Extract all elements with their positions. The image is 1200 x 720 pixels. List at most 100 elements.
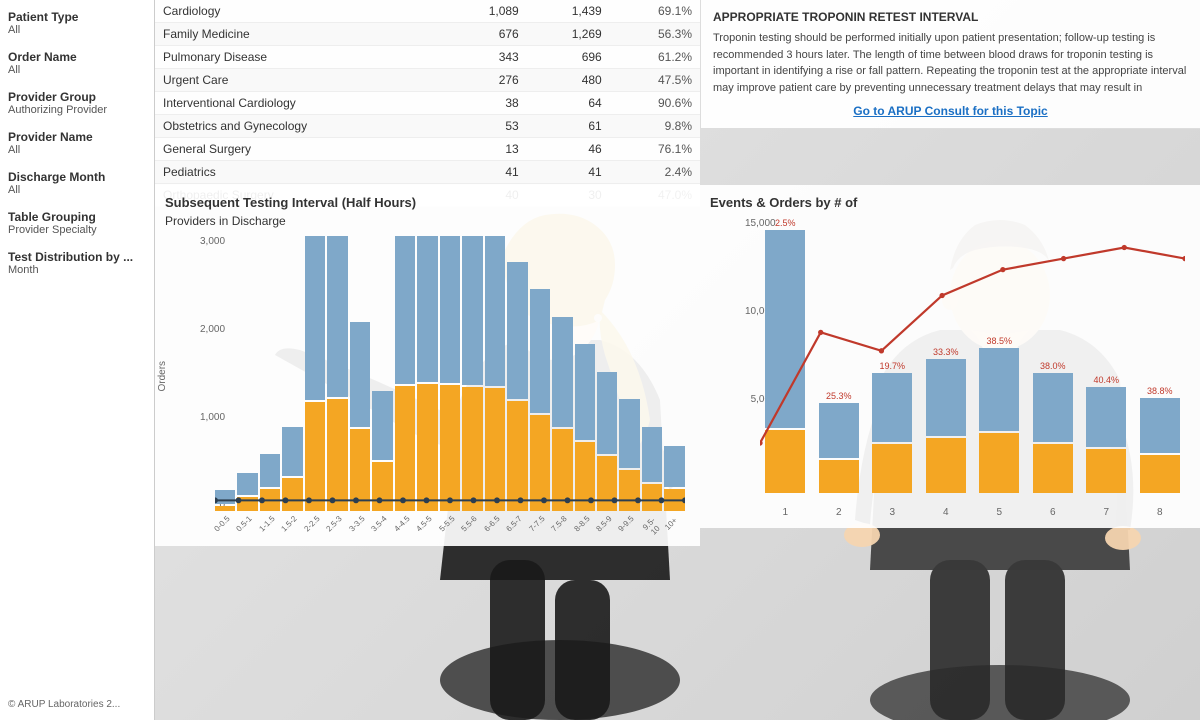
specialty-cell: Urgent Care <box>155 69 444 92</box>
specialty-cell: General Surgery <box>155 138 444 161</box>
bar-orange-right <box>872 444 912 494</box>
bar-blue <box>395 236 415 384</box>
x-axis-label-right: 7 <box>1081 507 1132 518</box>
filter-discharge-month-value: All <box>8 184 146 196</box>
col3-cell: 69.1% <box>610 0 700 23</box>
bar-orange <box>215 506 235 512</box>
specialty-cell: Obstetrics and Gynecology <box>155 115 444 138</box>
col1-cell: 41 <box>444 161 527 184</box>
bar-group <box>507 236 527 511</box>
arup-consult-link[interactable]: Go to ARUP Consult for this Topic <box>713 104 1188 118</box>
col3-cell: 47.5% <box>610 69 700 92</box>
filter-provider-name[interactable]: Provider Name All <box>8 130 146 156</box>
bar-group <box>350 236 370 511</box>
bar-group-right: 38.8% <box>1135 218 1186 493</box>
bar-group <box>327 236 347 511</box>
table-row: Pediatrics 41 41 2.4% <box>155 161 700 184</box>
bar-blue-right <box>765 230 805 428</box>
filter-test-distribution[interactable]: Test Distribution by ... Month <box>8 250 146 276</box>
filter-provider-group[interactable]: Provider Group Authorizing Provider <box>8 90 146 116</box>
bar-group-right: 33.3% <box>921 218 972 493</box>
specialty-cell: Interventional Cardiology <box>155 92 444 115</box>
chart-left-container: Orders 3,0002,0001,0000 0-0.50.5-11-1.51… <box>165 236 690 536</box>
col1-cell: 343 <box>444 46 527 69</box>
filter-patient-type-label: Patient Type <box>8 10 146 24</box>
bar-blue <box>327 236 347 397</box>
filter-provider-group-value: Authorizing Provider <box>8 104 146 116</box>
bar-orange <box>642 484 662 512</box>
col3-cell: 90.6% <box>610 92 700 115</box>
specialty-cell: Cardiology <box>155 0 444 23</box>
bar-orange <box>372 462 392 512</box>
bar-orange <box>597 456 617 511</box>
percentage-label: 38.5% <box>986 336 1012 346</box>
bar-blue <box>440 236 460 383</box>
filter-patient-type[interactable]: Patient Type All <box>8 10 146 36</box>
col3-cell: 56.3% <box>610 23 700 46</box>
chart-left-subtitle: Providers in Discharge <box>165 214 690 228</box>
data-table: Cardiology 1,089 1,439 69.1% Family Medi… <box>155 0 700 207</box>
bar-blue <box>552 317 572 427</box>
bar-blue <box>237 473 257 495</box>
info-panel-text: Troponin testing should be performed ini… <box>713 30 1188 96</box>
bar-blue-right <box>819 403 859 458</box>
bar-group <box>462 236 482 511</box>
bar-orange <box>395 386 415 511</box>
bar-blue <box>597 372 617 455</box>
filter-provider-name-value: All <box>8 144 146 156</box>
bar-group <box>485 236 505 511</box>
bar-orange <box>530 415 550 511</box>
x-axis-label-right: 4 <box>921 507 972 518</box>
col1-cell: 53 <box>444 115 527 138</box>
bar-group <box>282 236 302 511</box>
bar-orange-right <box>1033 444 1073 494</box>
chart-right-container: 15,00010,0005,0000 2.5%25.3%19.7%33.3%38… <box>710 218 1190 518</box>
table-row: Interventional Cardiology 38 64 90.6% <box>155 92 700 115</box>
percentage-label: 19.7% <box>879 361 905 371</box>
specialty-cell: Family Medicine <box>155 23 444 46</box>
bar-orange <box>575 442 595 511</box>
bar-blue <box>575 344 595 440</box>
bar-blue <box>215 490 235 504</box>
percentage-label: 25.3% <box>826 391 852 401</box>
col2-cell: 1,439 <box>527 0 610 23</box>
bar-blue-right <box>1140 398 1180 453</box>
bar-group <box>215 236 235 511</box>
col2-cell: 41 <box>527 161 610 184</box>
bar-blue <box>530 289 550 413</box>
table-row: Obstetrics and Gynecology 53 61 9.8% <box>155 115 700 138</box>
table-row: Family Medicine 676 1,269 56.3% <box>155 23 700 46</box>
bar-blue <box>642 427 662 482</box>
percentage-label: 33.3% <box>933 347 959 357</box>
chart-left-bars <box>215 236 685 511</box>
filter-order-name-label: Order Name <box>8 50 146 64</box>
col2-cell: 64 <box>527 92 610 115</box>
bar-blue-right <box>926 359 966 436</box>
bar-blue <box>260 454 280 487</box>
col2-cell: 46 <box>527 138 610 161</box>
percentage-label: 2.5% <box>775 218 796 228</box>
bar-orange <box>327 399 347 511</box>
bar-orange <box>440 385 460 511</box>
col1-cell: 38 <box>444 92 527 115</box>
filter-discharge-month-label: Discharge Month <box>8 170 146 184</box>
main-content: Cardiology 1,089 1,439 69.1% Family Medi… <box>155 0 1200 720</box>
bar-orange-right <box>765 430 805 493</box>
chart-left-y-label: Orders <box>157 361 168 392</box>
filter-table-grouping[interactable]: Table Grouping Provider Specialty <box>8 210 146 236</box>
bar-orange <box>507 401 527 511</box>
x-axis-label-right: 2 <box>814 507 865 518</box>
filter-order-name[interactable]: Order Name All <box>8 50 146 76</box>
specialty-table: Cardiology 1,089 1,439 69.1% Family Medi… <box>155 0 700 208</box>
filter-order-name-value: All <box>8 64 146 76</box>
x-axis-label-right: 5 <box>974 507 1025 518</box>
table-row: Urgent Care 276 480 47.5% <box>155 69 700 92</box>
bar-blue <box>507 262 527 400</box>
filter-discharge-month[interactable]: Discharge Month All <box>8 170 146 196</box>
col3-cell: 2.4% <box>610 161 700 184</box>
table-row: Pulmonary Disease 343 696 61.2% <box>155 46 700 69</box>
bar-group <box>642 236 662 511</box>
bar-orange <box>260 489 280 511</box>
col2-cell: 1,269 <box>527 23 610 46</box>
col3-cell: 61.2% <box>610 46 700 69</box>
